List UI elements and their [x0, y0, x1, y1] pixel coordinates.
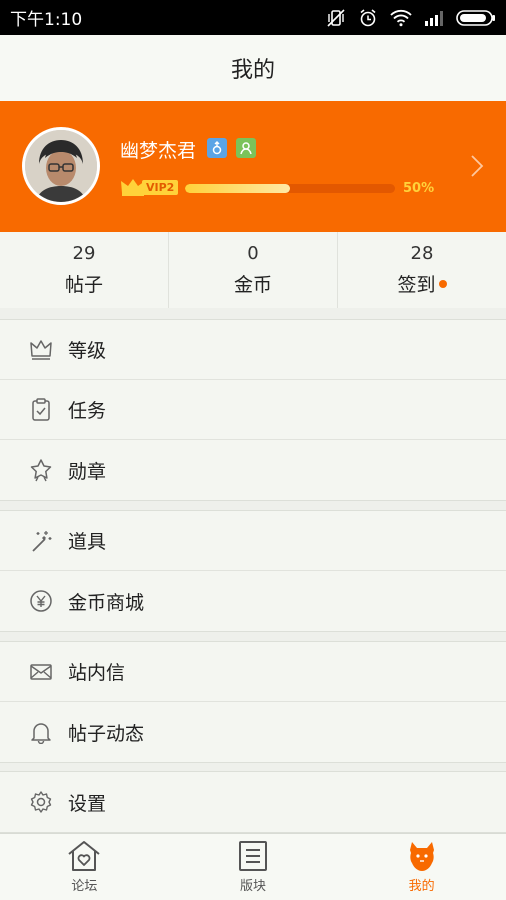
level-progress-fill	[185, 184, 290, 193]
level-progress-bar	[185, 184, 395, 193]
menu-label: 站内信	[68, 662, 126, 684]
male-icon	[212, 141, 222, 155]
status-time: 下午1:10	[10, 10, 83, 30]
stat-label: 帖子	[64, 274, 103, 296]
stat-label-wrap: 签到	[397, 270, 447, 297]
status-icons	[326, 8, 496, 28]
document-list-icon	[239, 841, 267, 871]
page-title: 我的	[230, 58, 275, 83]
username: 幽梦杰君	[120, 140, 197, 162]
stat-posts[interactable]: 29 帖子	[0, 232, 169, 308]
avatar-photo	[25, 130, 97, 202]
avatar[interactable]	[22, 127, 100, 205]
tab-forum[interactable]: 论坛	[0, 834, 169, 900]
stat-checkin[interactable]: 28 签到	[338, 232, 506, 308]
menu-item-inbox[interactable]: 站内信	[0, 642, 506, 702]
status-bar: 下午1:10	[0, 0, 506, 35]
menu-group-messages: 站内信 帖子动态	[0, 641, 506, 763]
menu-item-settings[interactable]: 设置	[0, 772, 506, 832]
battery-icon	[456, 9, 495, 26]
magic-wand-icon	[28, 528, 54, 554]
tab-label: 论坛	[71, 879, 98, 894]
menu-label: 设置	[68, 792, 107, 815]
mi-bunny-icon	[409, 842, 434, 871]
gear-icon	[28, 789, 54, 815]
alarm-icon	[360, 8, 376, 26]
menu-label: 帖子动态	[68, 722, 145, 745]
menu-group-growth: 等级 任务 勋章	[0, 319, 506, 501]
chevron-right-icon[interactable]	[470, 154, 484, 178]
menu-item-post-activity[interactable]: 帖子动态	[0, 702, 506, 762]
clipboard-check-icon	[28, 397, 54, 423]
menu-group-settings: 设置	[0, 771, 506, 833]
wifi-icon	[390, 9, 412, 26]
menu-item-props[interactable]: 道具	[0, 511, 506, 571]
menu-label: 金币商城	[68, 591, 145, 614]
bottom-tab-bar: 论坛 版块 我的	[0, 833, 506, 900]
menu-group-shop: 道具 金币商城	[0, 510, 506, 632]
gender-male-badge	[207, 138, 227, 158]
profile-card[interactable]: 幽梦杰君 VIP2 50%	[0, 101, 506, 232]
signal-icon	[425, 10, 443, 26]
stats-row: 29 帖子 0 金币 28 签到	[0, 232, 506, 308]
title-bar: 我的	[0, 35, 506, 101]
tab-label: 我的	[408, 879, 435, 894]
stat-value: 0	[247, 243, 259, 264]
vip-level-label: VIP2	[142, 179, 179, 195]
level-progress-text: 50%	[403, 181, 435, 196]
medal-icon	[28, 457, 54, 483]
stat-label: 签到	[397, 274, 436, 296]
bell-icon	[28, 719, 54, 745]
crown-icon	[28, 337, 54, 363]
vibrate-off-icon	[327, 8, 345, 27]
tab-label: 版块	[240, 879, 267, 894]
menu-item-medals[interactable]: 勋章	[0, 440, 506, 500]
menu-item-tasks[interactable]: 任务	[0, 380, 506, 440]
stat-coins[interactable]: 0 金币	[169, 232, 338, 308]
tab-mine[interactable]: 我的	[337, 834, 506, 900]
menu-item-level[interactable]: 等级	[0, 320, 506, 380]
menu-label: 等级	[68, 340, 107, 362]
house-heart-icon	[68, 841, 100, 871]
user-badge	[236, 138, 256, 158]
vip-level-badge: VIP2	[120, 178, 179, 196]
menu-label: 勋章	[68, 460, 107, 483]
user-icon	[240, 142, 252, 155]
tab-boards[interactable]: 版块	[169, 834, 338, 900]
menu-label: 道具	[68, 531, 107, 553]
menu-label: 任务	[68, 400, 107, 422]
stat-label: 金币	[233, 274, 272, 296]
yen-coin-icon	[28, 588, 54, 614]
stat-value: 28	[410, 243, 434, 264]
mail-icon	[28, 659, 54, 685]
stat-value: 29	[72, 243, 96, 264]
menu-item-coin-mall[interactable]: 金币商城	[0, 571, 506, 631]
unread-dot	[438, 279, 447, 288]
